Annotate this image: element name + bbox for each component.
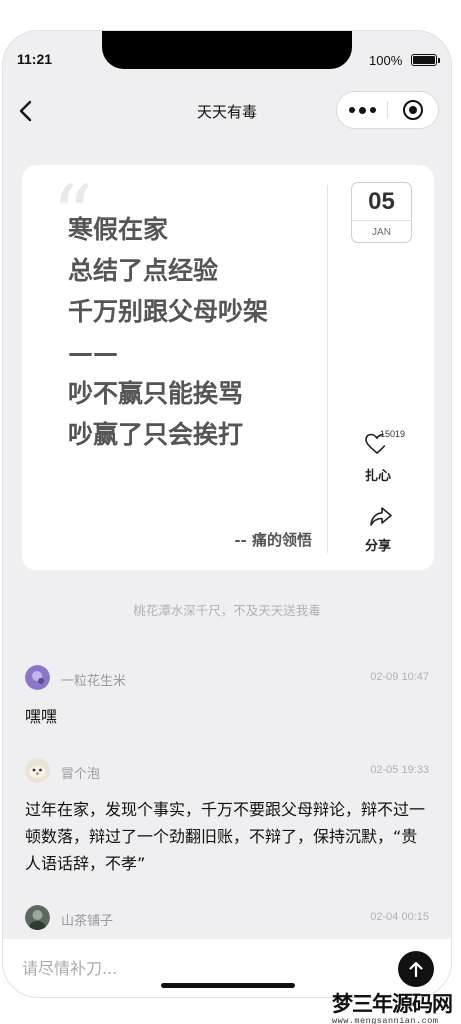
quote-line: 寒假在家 — [68, 215, 169, 244]
dot-icon — [369, 107, 376, 113]
phone-screen: 11:21 100% 天天有毒 “ 寒假在家 总结了点经验 千万别跟父母吵架 —… — [2, 30, 452, 998]
comment-item: 山茶铺子 02-04 00:15 — [25, 905, 429, 931]
avatar[interactable] — [25, 905, 50, 930]
notch — [102, 31, 352, 69]
comment-item: 冒个泡 02-05 19:33 过年在家，发现个事实，千万不要跟父母辩论，辩不过… — [25, 758, 429, 877]
date-day: 05 — [352, 183, 411, 221]
quote-line: 吵赢了只会挨打 — [68, 420, 244, 449]
avatar[interactable] — [25, 758, 50, 783]
dot-icon — [348, 107, 355, 113]
comment-author: 一粒花生米 — [61, 674, 127, 689]
slogan-text: 桃花潭水深千尺，不及天天送我毒 — [133, 603, 321, 618]
quote-line: 千万别跟父母吵架 — [68, 297, 269, 326]
home-indicator — [161, 983, 295, 988]
date-badge: 05 JAN — [351, 182, 412, 243]
mini-program-capsule — [336, 91, 439, 129]
comment-time: 02-09 10:47 — [370, 671, 429, 683]
like-label: 扎心 — [365, 469, 392, 484]
comment-item: 一粒花生米 02-09 10:47 嘿嘿 — [25, 665, 429, 730]
quote-source: -- 痛的领悟 — [234, 531, 312, 549]
comment-text: 过年在家，发现个事实，千万不要跟父母辩论，辩不过一顿数落，辩过了一个劲翻旧账，不… — [25, 800, 426, 873]
battery-percent: 100% — [369, 53, 403, 68]
avatar[interactable] — [25, 665, 50, 690]
target-icon — [402, 100, 423, 120]
status-time: 11:21 — [17, 51, 53, 67]
like-count: 15019 — [380, 429, 406, 439]
more-button[interactable] — [337, 92, 387, 128]
card-divider — [327, 185, 328, 553]
share-label: 分享 — [365, 539, 392, 554]
quote-line: 总结了点经验 — [68, 256, 219, 285]
comment-text: 嘿嘿 — [25, 707, 58, 726]
send-button[interactable] — [398, 951, 434, 987]
quote-line: —— — [68, 338, 118, 367]
quote-line: 吵不赢只能挨骂 — [68, 379, 244, 408]
close-miniprogram-button[interactable] — [388, 92, 438, 128]
share-button[interactable]: 分享 — [358, 505, 418, 555]
quote-card: “ 寒假在家 总结了点经验 千万别跟父母吵架 —— 吵不赢只能挨骂 吵赢了只会挨… — [22, 165, 434, 570]
watermark-text: 梦三年源码网 — [332, 991, 453, 1016]
dot-icon — [358, 106, 366, 114]
arrow-up-icon — [409, 961, 423, 978]
watermark: 梦三年源码网 www.mengsannian.com — [332, 988, 460, 1024]
comment-author: 冒个泡 — [61, 767, 101, 782]
comment-time: 02-04 00:15 — [370, 911, 429, 923]
battery-icon — [411, 54, 440, 66]
like-button[interactable]: 15019 扎心 — [358, 427, 418, 487]
comment-input[interactable] — [22, 953, 372, 983]
comment-time: 02-05 19:33 — [370, 764, 429, 776]
share-icon — [370, 507, 392, 526]
comment-author: 山茶铺子 — [61, 914, 114, 929]
date-month: JAN — [372, 226, 391, 238]
quote-text: 寒假在家 总结了点经验 千万别跟父母吵架 —— 吵不赢只能挨骂 吵赢了只会挨打 — [68, 209, 328, 455]
